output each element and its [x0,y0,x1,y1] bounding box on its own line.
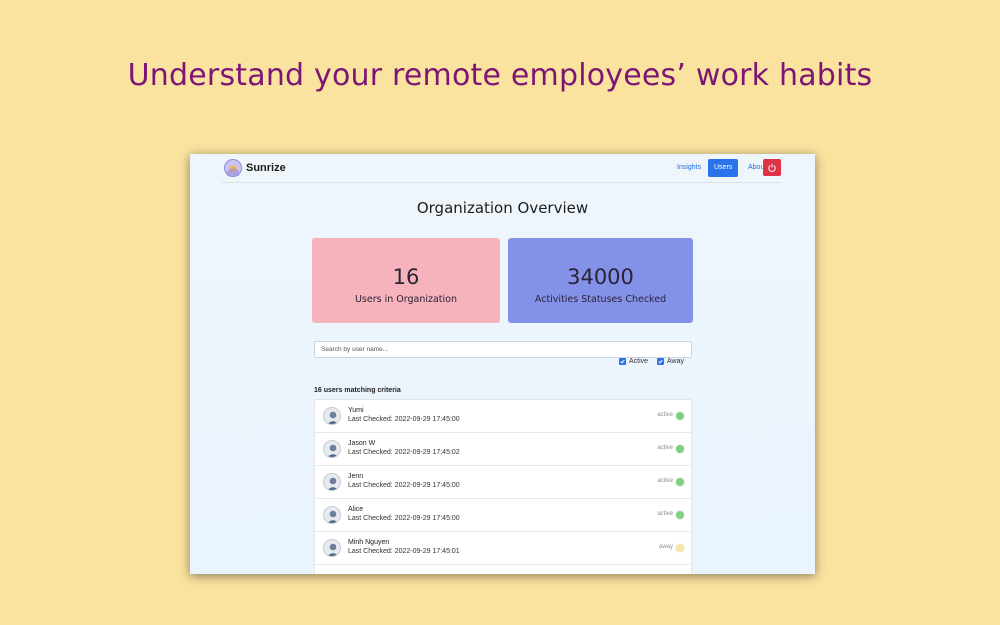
user-status-text: away [658,544,673,550]
user-name: Yumi [348,407,364,414]
nav-users[interactable]: Users [708,159,739,177]
status-dot-icon [676,511,684,519]
user-last-checked: Last Checked: 2022-09-29 17:45:01 [348,548,460,555]
list-item[interactable]: Minh Nguyen Last Checked: 2022-09-29 17:4… [315,532,691,565]
filter-away-checkbox[interactable]: Away [657,358,693,368]
users-count-card: 16 Users in Organization [312,238,500,323]
user-status-text: active [657,511,673,517]
filter-active-checkbox[interactable]: Active [619,358,659,368]
power-icon [768,163,776,172]
status-dot-icon [676,478,684,486]
user-last-checked: Last Checked: 2022-09-29 17:45:00 [348,515,460,522]
user-status-text: active [657,445,673,451]
activities-count-card: 34000 Activities Statuses Checked [508,238,693,323]
user-list: Yumi Last Checked: 2022-09-29 17:45:00 act… [314,399,692,574]
users-count-label: Users in Organization [354,294,458,305]
user-avatar-icon [323,407,341,425]
user-avatar-icon [323,473,341,491]
status-dot-icon [676,544,684,552]
user-name: Jenn [348,473,364,480]
user-status-text: active [657,478,673,484]
user-avatar-icon [323,539,341,557]
top-navbar: Sunrize Insights Users About [222,154,782,183]
logout-button[interactable] [763,159,781,176]
checkbox-checked-icon [619,358,626,365]
user-last-checked: Last Checked: 2022-09-29 17:45:00 [348,482,460,489]
users-count-value: 16 [392,265,420,289]
user-avatar-icon [323,440,341,458]
filter-active-label: Active [629,358,649,365]
user-last-checked: Last Checked: 2022-09-29 17:45:02 [348,449,460,456]
activities-count-label: Activities Statuses Checked [534,294,667,305]
list-item[interactable]: Yumi Last Checked: 2022-09-29 17:45:00 act… [315,400,691,433]
list-item[interactable]: Jason W Last Checked: 2022-09-29 17:45:02… [315,433,691,466]
checkbox-checked-icon [657,358,664,365]
list-item[interactable]: Alice Last Checked: 2022-09-29 17:45:00 ac… [315,499,691,532]
filter-away-label: Away [667,358,684,365]
sunrize-logo-icon[interactable] [224,159,242,177]
user-last-checked: Last Checked: 2022-09-29 17:45:00 [348,416,460,423]
user-name: Jason W [348,440,376,447]
match-count: 16 users matching criteria [314,387,401,394]
app-window: Sunrize Insights Users About Organizatio… [190,154,815,574]
status-dot-icon [676,412,684,420]
status-dot-icon [676,445,684,453]
nav-insights[interactable]: Insights [671,159,707,177]
user-status-text: active [657,412,673,418]
marketing-headline: Understand your remote employees’ work h… [127,58,873,93]
activities-count-value: 34000 [567,265,634,289]
user-name: Alice [348,506,364,513]
list-item[interactable]: Jenn Last Checked: 2022-09-29 17:45:00 act… [315,466,691,499]
page-title: Organization Overview [416,199,589,217]
user-name: Minh Nguyen [348,539,390,546]
user-avatar-icon [323,506,341,524]
user-search-input[interactable] [314,341,692,358]
brand-name[interactable]: Sunrize [246,162,286,174]
